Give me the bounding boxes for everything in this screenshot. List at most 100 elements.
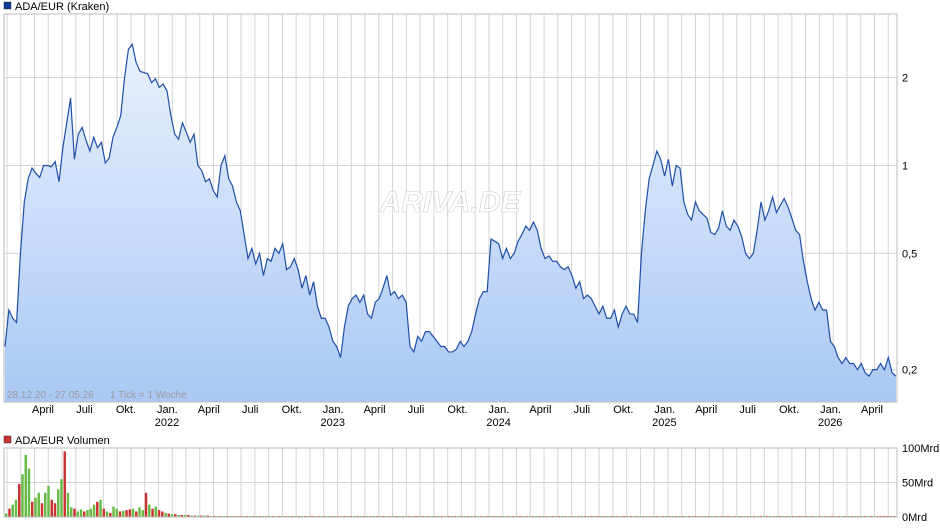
volume-bar <box>115 508 119 517</box>
price-y-axis: 0,2 0,5 1 2 <box>902 73 917 377</box>
x-tick-label: Juli <box>408 404 425 416</box>
volume-bar <box>167 513 171 517</box>
x-tick-label: April <box>695 404 717 416</box>
volume-bar <box>5 513 8 517</box>
price-y-tick-label: 0,2 <box>902 365 917 377</box>
x-tick-label: Okt. <box>613 404 633 416</box>
x-tick-label: Okt. <box>116 404 136 416</box>
volume-bar <box>122 510 125 517</box>
volume-bar <box>128 509 132 517</box>
volume-legend-label: ADA/EUR Volumen <box>15 435 110 447</box>
volume-bar <box>60 479 63 517</box>
x-tick-label: Jan. <box>654 404 675 416</box>
volume-bar <box>99 499 102 517</box>
x-tick-label: Jan. <box>323 404 344 416</box>
x-year-label: 2023 <box>321 417 345 429</box>
volume-bar <box>73 508 76 517</box>
x-axis-month-labels: April Juli Okt. Jan. April Juli Okt. Jan. April J… <box>32 404 883 416</box>
x-tick-label: April <box>32 404 54 416</box>
x-year-label: 2024 <box>486 417 510 429</box>
volume-bar <box>70 507 73 517</box>
volume-bar <box>18 483 21 517</box>
price-legend-swatch <box>3 1 12 10</box>
volume-bar <box>76 511 79 517</box>
x-tick-label: Juli <box>242 404 259 416</box>
tick-interval-label: 1 Tick = 1 Woche <box>110 390 187 401</box>
volume-bar <box>138 507 141 517</box>
price-y-tick-label: 0,5 <box>902 248 917 260</box>
volume-bar <box>79 509 83 517</box>
volume-bar <box>96 501 99 517</box>
chart-svg: ADA/EUR (Kraken) ARIVA.DE 28.12.20 - 27.… <box>3 1 939 524</box>
volume-bar <box>31 501 34 517</box>
x-year-label: 2026 <box>818 417 842 429</box>
volume-bar <box>14 499 18 517</box>
volume-bar <box>63 451 66 517</box>
volume-y-axis: 0Mrd 50Mrd 100Mrd <box>902 443 939 524</box>
volume-bar <box>40 503 44 517</box>
volume-bar <box>57 489 60 517</box>
watermark: ARIVA.DE <box>378 186 521 219</box>
x-tick-label: Okt. <box>282 404 302 416</box>
price-y-tick-label: 1 <box>902 160 908 172</box>
volume-bar <box>131 508 135 517</box>
volume-bar <box>109 512 112 517</box>
x-tick-label: Jan. <box>820 404 841 416</box>
volume-bar <box>21 474 24 517</box>
x-tick-label: April <box>198 404 220 416</box>
x-tick-label: Okt. <box>779 404 799 416</box>
volume-bar <box>37 492 40 517</box>
volume-bar <box>24 454 27 517</box>
volume-bar <box>8 508 11 517</box>
price-y-tick-label: 2 <box>902 73 908 85</box>
x-tick-label: Juli <box>574 404 591 416</box>
volume-bar <box>27 468 31 517</box>
volume-y-tick-label: 0Mrd <box>902 512 927 524</box>
volume-bar <box>151 508 154 517</box>
volume-bar <box>141 510 145 517</box>
volume-bar <box>157 510 161 517</box>
volume-bar <box>144 492 148 517</box>
volume-bar <box>135 511 138 517</box>
volume-bar <box>44 492 47 517</box>
volume-y-tick-label: 100Mrd <box>902 443 939 455</box>
volume-bars <box>5 451 896 517</box>
volume-bar <box>89 508 92 517</box>
volume-bar <box>86 510 89 517</box>
volume-bar <box>50 499 53 517</box>
x-tick-label: Juli <box>76 404 93 416</box>
volume-bar <box>161 511 164 517</box>
date-range-label: 28.12.20 - 27.05.26 <box>7 390 94 401</box>
volume-bar <box>102 508 105 517</box>
x-tick-label: Juli <box>739 404 756 416</box>
x-tick-label: Okt. <box>447 404 467 416</box>
volume-bar <box>164 512 167 517</box>
volume-bar <box>34 497 37 517</box>
volume-y-tick-label: 50Mrd <box>902 478 933 490</box>
volume-bar <box>112 506 115 517</box>
x-year-label: 2025 <box>652 417 676 429</box>
volume-legend-swatch <box>3 435 12 444</box>
volume-bar <box>47 485 50 517</box>
x-tick-label: April <box>529 404 551 416</box>
x-tick-label: Jan. <box>157 404 178 416</box>
volume-bar <box>148 504 151 517</box>
x-axis-year-labels: 2022 2023 2024 2025 2026 <box>155 417 843 429</box>
x-tick-label: Jan. <box>489 404 510 416</box>
volume-bar <box>66 492 70 517</box>
volume-bar <box>53 503 57 517</box>
volume-bar <box>83 511 86 517</box>
x-year-label: 2022 <box>155 417 179 429</box>
volume-grid <box>4 447 897 518</box>
x-tick-label: April <box>364 404 386 416</box>
volume-bar <box>105 511 109 517</box>
volume-bar <box>92 504 96 517</box>
x-tick-label: April <box>861 404 883 416</box>
chart-container: ADA/EUR (Kraken) ARIVA.DE 28.12.20 - 27.… <box>0 0 940 526</box>
volume-bar <box>125 510 128 517</box>
volume-bar <box>118 511 122 517</box>
volume-bar <box>154 506 158 517</box>
price-legend-label: ADA/EUR (Kraken) <box>15 1 109 13</box>
volume-bar <box>11 504 14 517</box>
price-area-fill <box>5 44 896 402</box>
